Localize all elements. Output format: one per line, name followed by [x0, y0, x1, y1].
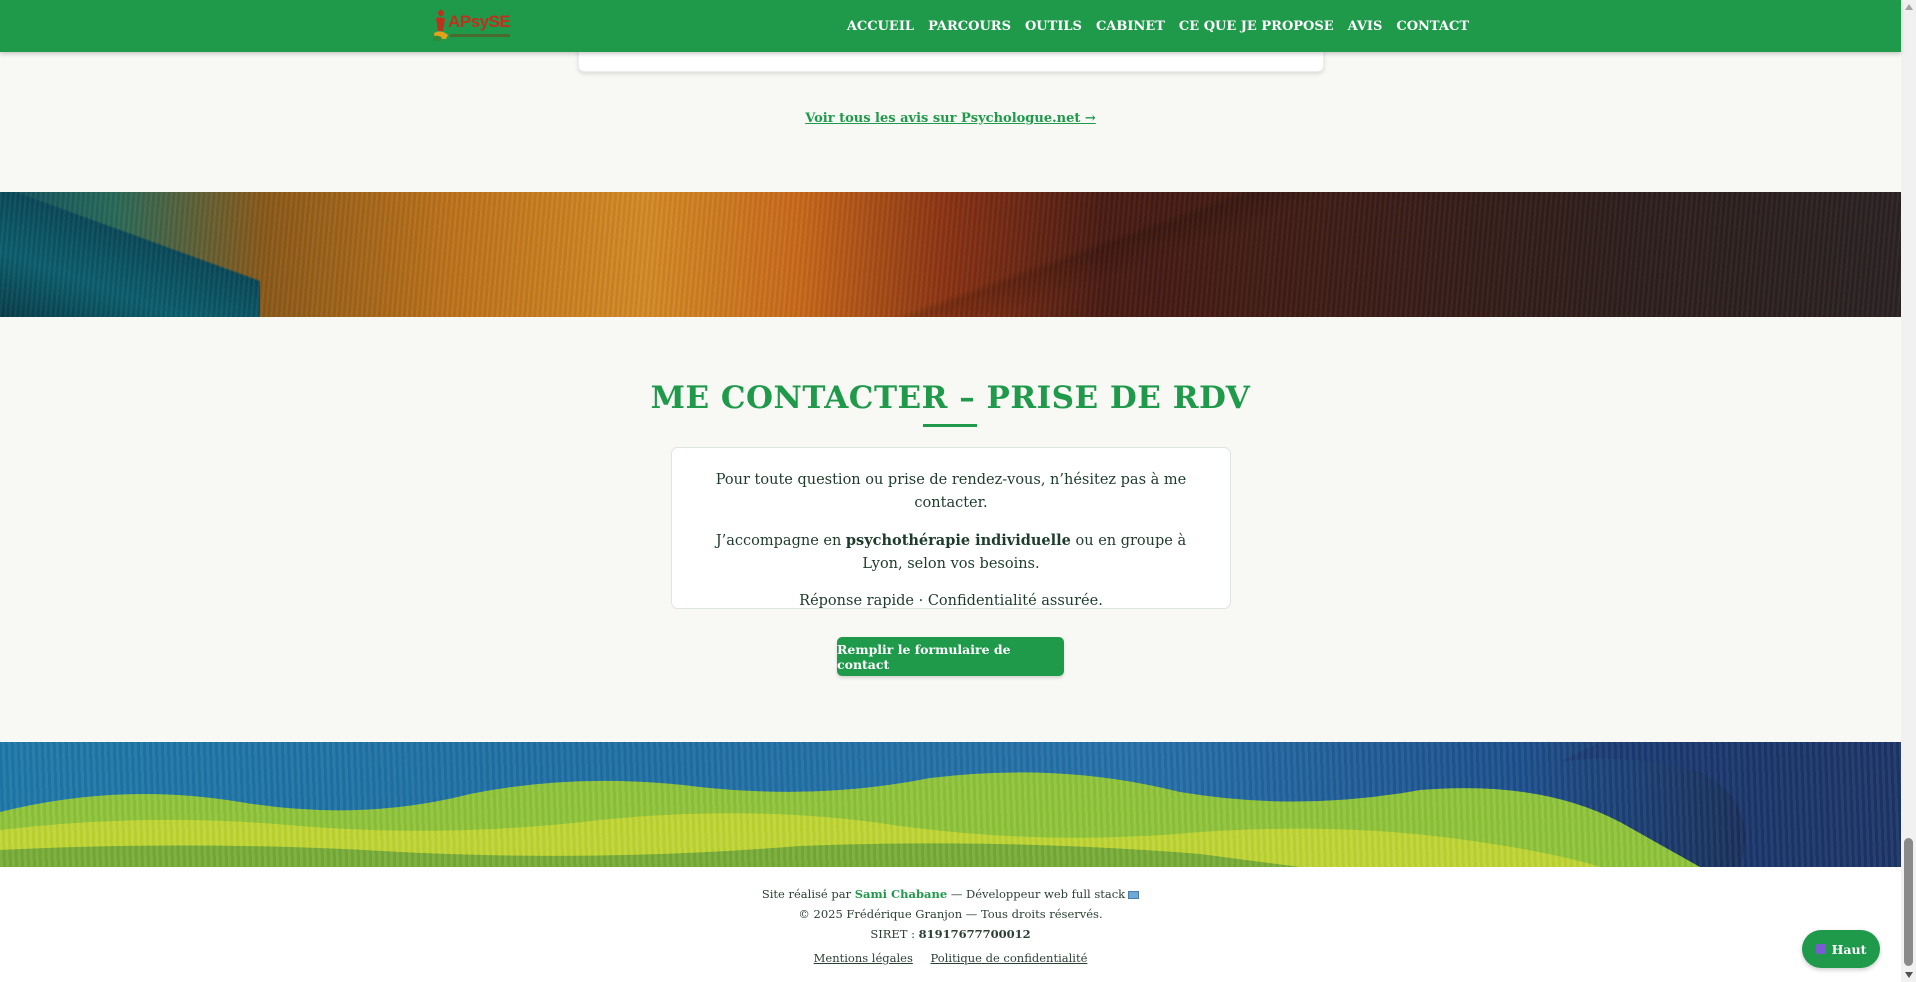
scrollbar-thumb[interactable]: [1904, 838, 1913, 966]
contact-info-card: Pour toute question ou prise de rendez-v…: [671, 447, 1231, 609]
contact-line-2-pre: J’accompagne en: [715, 533, 846, 549]
nav-parcours[interactable]: PARCOURS: [928, 19, 1011, 34]
title-underline: [923, 424, 977, 427]
footer-siret: SIRET : 81917677700012: [0, 927, 1901, 941]
all-reviews-row: Voir tous les avis sur Psychologue.net →: [0, 107, 1901, 126]
all-reviews-link[interactable]: Voir tous les avis sur Psychologue.net →: [805, 111, 1096, 126]
painting-banner-top: [0, 192, 1901, 317]
painting-banner-bottom: [0, 742, 1901, 867]
nav-cabinet[interactable]: CABINET: [1096, 19, 1165, 34]
nav-avis[interactable]: AVIS: [1348, 19, 1383, 34]
siret-label: SIRET :: [870, 927, 919, 941]
rocket-icon: [1815, 944, 1826, 954]
privacy-policy-link[interactable]: Politique de confidentialité: [931, 951, 1088, 965]
legal-notice-link[interactable]: Mentions légales: [814, 951, 913, 965]
siret-value: 81917677700012: [918, 927, 1031, 941]
nav-contact[interactable]: CONTACT: [1396, 19, 1469, 34]
contact-form-button[interactable]: Remplir le formulaire de contact: [837, 637, 1064, 676]
nav-outils[interactable]: OUTILS: [1025, 19, 1082, 34]
painting-hills: [0, 742, 1901, 867]
back-to-top-button[interactable]: Haut: [1802, 930, 1880, 968]
nav-accueil[interactable]: ACCUEIL: [847, 19, 914, 34]
main-menu: ACCUEIL PARCOURS OUTILS CABINET CE QUE J…: [847, 0, 1469, 52]
footer-credit-pre: Site réalisé par: [761, 887, 855, 901]
developer-link[interactable]: Sami Chabane: [855, 887, 947, 901]
scroll-down-arrow-icon[interactable]: [1905, 972, 1913, 978]
page-scrollbar[interactable]: [1901, 0, 1916, 982]
contact-line-2-bold: psychothérapie individuelle: [845, 532, 1071, 549]
footer-legal-links: Mentions légales Politique de confidenti…: [0, 951, 1901, 965]
scroll-up-arrow-icon[interactable]: [1905, 4, 1913, 10]
contact-line-2: J’accompagne en psychothérapie individue…: [706, 529, 1196, 576]
logo-tagline: [450, 34, 510, 37]
contact-line-3: Réponse rapide · Confidentialité assurée…: [799, 593, 1103, 609]
nav-ce-que-je-propose[interactable]: CE QUE JE PROPOSE: [1179, 19, 1334, 34]
back-to-top-label: Haut: [1831, 941, 1867, 957]
footer-copyright: © 2025 Frédérique Granjon — Tous droits …: [798, 907, 1103, 921]
laptop-icon: [1128, 891, 1140, 899]
top-navbar: APsySE ACCUEIL PARCOURS OUTILS CABINET C…: [0, 0, 1901, 52]
site-logo[interactable]: APsySE: [430, 7, 512, 43]
footer-credit: Site réalisé par Sami Chabane — Développ…: [0, 887, 1901, 901]
contact-line-1: Pour toute question ou prise de rendez-v…: [715, 472, 1187, 511]
logo-wordmark: APsySE: [448, 12, 511, 31]
site-footer: Site réalisé par Sami Chabane — Développ…: [0, 867, 1901, 982]
contact-section-title: ME CONTACTER – PRISE DE RDV: [650, 380, 1251, 416]
footer-credit-post: — Développeur web full stack: [947, 887, 1126, 901]
